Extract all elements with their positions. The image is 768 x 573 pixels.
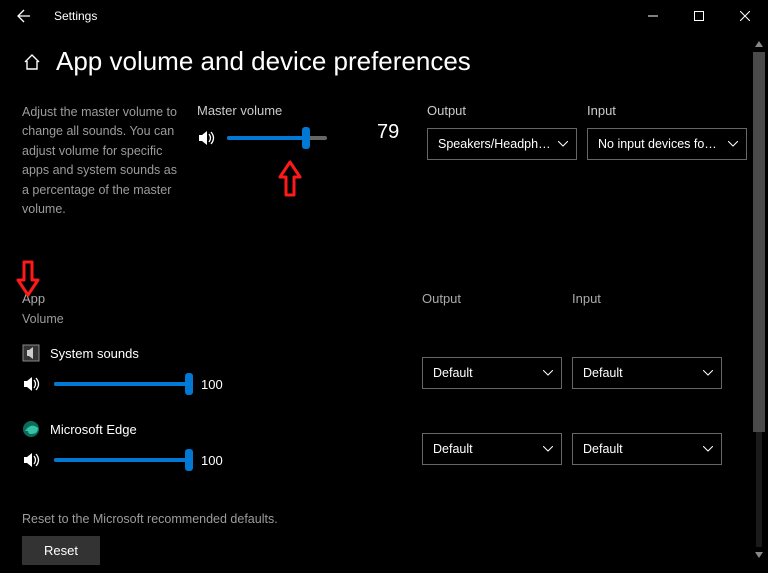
output-label: Output bbox=[427, 103, 577, 118]
input-device-selected: No input devices fo… bbox=[598, 137, 717, 151]
column-header-app: App bbox=[22, 291, 412, 306]
column-header-input: Input bbox=[572, 291, 722, 326]
app-input-dropdown[interactable]: Default bbox=[572, 433, 722, 465]
speaker-icon[interactable] bbox=[197, 128, 217, 148]
system-sounds-icon bbox=[22, 344, 40, 362]
app-volume-slider[interactable] bbox=[54, 458, 189, 462]
app-volume-slider[interactable] bbox=[54, 382, 189, 386]
chevron-down-icon bbox=[703, 370, 713, 376]
input-label: Input bbox=[587, 103, 747, 118]
column-header-volume: Volume bbox=[22, 312, 412, 326]
app-volume-value: 100 bbox=[201, 377, 223, 392]
reset-button[interactable]: Reset bbox=[22, 536, 100, 565]
maximize-icon bbox=[694, 11, 704, 21]
chevron-down-icon bbox=[728, 141, 738, 147]
titlebar: Settings bbox=[0, 0, 768, 32]
app-row: System sounds 100 Default bbox=[22, 344, 746, 402]
app-volume-value: 100 bbox=[201, 453, 223, 468]
content-area: App volume and device preferences Adjust… bbox=[0, 32, 768, 573]
maximize-button[interactable] bbox=[676, 0, 722, 32]
chevron-down-icon bbox=[543, 446, 553, 452]
chevron-down-icon bbox=[543, 370, 553, 376]
output-device-dropdown[interactable]: Speakers/Headphon… bbox=[427, 128, 577, 160]
page-description: Adjust the master volume to change all s… bbox=[22, 103, 187, 219]
minimize-icon bbox=[648, 11, 658, 21]
app-output-dropdown[interactable]: Default bbox=[422, 433, 562, 465]
close-icon bbox=[740, 11, 750, 21]
app-name: Microsoft Edge bbox=[50, 422, 137, 437]
output-device-selected: Speakers/Headphon… bbox=[438, 137, 552, 151]
app-row: Microsoft Edge 100 Default bbox=[22, 420, 746, 478]
reset-section: Reset to the Microsoft recommended defau… bbox=[22, 512, 278, 565]
page-title: App volume and device preferences bbox=[56, 46, 471, 77]
app-input-dropdown[interactable]: Default bbox=[572, 357, 722, 389]
scroll-up-arrow-icon[interactable] bbox=[753, 38, 765, 50]
vertical-scrollbar[interactable] bbox=[753, 38, 765, 561]
edge-icon bbox=[22, 420, 40, 438]
column-header-output: Output bbox=[422, 291, 562, 326]
master-volume-slider[interactable] bbox=[227, 136, 327, 140]
minimize-button[interactable] bbox=[630, 0, 676, 32]
app-output-dropdown[interactable]: Default bbox=[422, 357, 562, 389]
speaker-icon[interactable] bbox=[22, 374, 42, 394]
close-button[interactable] bbox=[722, 0, 768, 32]
scrollbar-thumb[interactable] bbox=[753, 52, 765, 432]
chevron-down-icon bbox=[703, 446, 713, 452]
reset-description: Reset to the Microsoft recommended defau… bbox=[22, 512, 278, 526]
back-button[interactable] bbox=[8, 0, 40, 32]
window-controls bbox=[630, 0, 768, 32]
back-arrow-icon bbox=[16, 8, 32, 24]
page-header: App volume and device preferences bbox=[22, 46, 746, 77]
window-title: Settings bbox=[54, 9, 97, 23]
master-volume-value: 79 bbox=[377, 121, 417, 144]
app-name: System sounds bbox=[50, 346, 139, 361]
scroll-down-arrow-icon[interactable] bbox=[753, 549, 765, 561]
chevron-down-icon bbox=[558, 141, 568, 147]
input-device-dropdown[interactable]: No input devices fo… bbox=[587, 128, 747, 160]
speaker-icon[interactable] bbox=[22, 450, 42, 470]
master-volume-label: Master volume bbox=[197, 103, 367, 118]
home-icon[interactable] bbox=[22, 52, 42, 72]
